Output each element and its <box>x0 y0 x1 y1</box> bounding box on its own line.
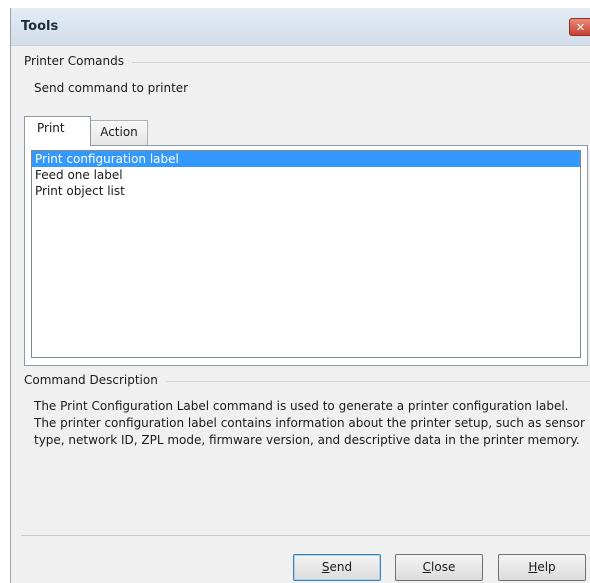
list-item[interactable]: Print object list <box>32 183 580 199</box>
close-window-button[interactable]: ✕ <box>569 18 590 36</box>
close-label: lose <box>431 560 456 574</box>
command-description-group-label: Command Description <box>24 373 166 387</box>
send-command-instruction: Send command to printer <box>34 81 189 95</box>
close-icon: ✕ <box>575 20 586 34</box>
close-button[interactable]: Close <box>395 554 483 581</box>
send-accelerator: S <box>321 560 330 574</box>
help-accelerator: H <box>528 560 538 574</box>
print-tab-panel: Print configuration label Feed one label… <box>24 145 588 366</box>
tab-action[interactable]: Action <box>91 120 148 146</box>
close-accelerator: C <box>422 560 432 574</box>
command-listbox[interactable]: Print configuration label Feed one label… <box>31 150 581 358</box>
help-button[interactable]: Help <box>498 554 586 581</box>
command-description-text: The Print Configuration Label command is… <box>34 399 585 447</box>
tools-dialog: Tools ✕ Printer Comands Send command to … <box>10 8 590 583</box>
list-item[interactable]: Print configuration label <box>32 151 580 167</box>
send-button[interactable]: Send <box>293 554 381 581</box>
window-title: Tools <box>21 19 59 34</box>
title-bar[interactable]: Tools ✕ <box>11 8 590 46</box>
tab-action-label: Action <box>100 125 138 139</box>
send-label: end <box>329 560 353 574</box>
tab-print-label: Print <box>37 121 65 135</box>
footer-divider <box>21 535 590 536</box>
list-item[interactable]: Feed one label <box>32 167 580 183</box>
printer-commands-group-label: Printer Comands <box>24 54 132 68</box>
tab-print[interactable]: Print <box>24 116 91 146</box>
help-label: elp <box>537 560 556 574</box>
